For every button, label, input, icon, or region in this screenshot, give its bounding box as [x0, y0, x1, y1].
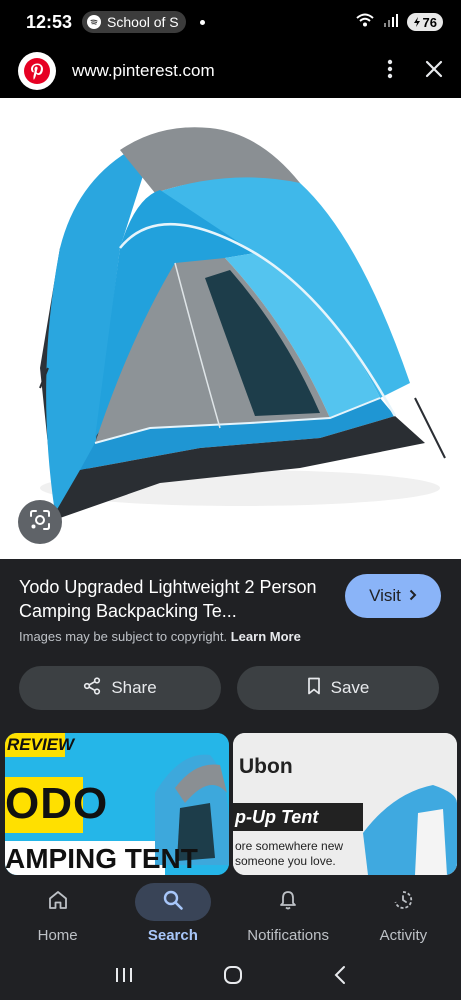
visit-label: Visit: [369, 586, 401, 605]
system-navigation: [0, 955, 461, 1000]
pin-info-panel: Yodo Upgraded Lightweight 2 Person Campi…: [0, 559, 461, 729]
related-card[interactable]: Ubon p-Up Tent ore somewhere new someone…: [233, 733, 457, 875]
bookmark-icon: [307, 677, 321, 700]
nav-notifications[interactable]: Notifications: [231, 875, 346, 955]
battery-indicator: 76: [406, 13, 443, 31]
more-options-icon[interactable]: [387, 59, 393, 84]
related-card-text: p-Up Tent: [235, 807, 319, 827]
nav-search[interactable]: Search: [115, 875, 230, 955]
chevron-right-icon: [409, 586, 417, 606]
url-text[interactable]: www.pinterest.com: [72, 61, 215, 81]
back-icon[interactable]: [333, 965, 347, 990]
nav-home[interactable]: Home: [0, 875, 115, 955]
bottom-navigation: Home Search Notifications Activity: [0, 875, 461, 955]
visit-button[interactable]: Visit: [345, 574, 441, 618]
search-icon: [162, 889, 184, 916]
nav-search-label: Search: [147, 927, 198, 944]
spotify-indicator[interactable]: School of S: [82, 11, 187, 33]
nav-home-label: Home: [37, 927, 78, 944]
pin-title[interactable]: Yodo Upgraded Lightweight 2 Person Campi…: [19, 575, 329, 623]
nav-activity[interactable]: Activity: [346, 875, 461, 955]
home-icon: [47, 889, 69, 916]
signal-icon: [383, 13, 399, 32]
copyright-text: Images may be subject to copyright.: [19, 629, 228, 644]
activity-icon: [392, 889, 414, 916]
save-button[interactable]: Save: [237, 666, 439, 710]
battery-level: 76: [422, 14, 437, 30]
share-label: Share: [111, 678, 157, 697]
lens-button[interactable]: [18, 500, 62, 544]
spotify-label: School of S: [107, 14, 179, 30]
pin-image[interactable]: [0, 98, 461, 559]
share-icon: [83, 676, 101, 700]
recent-apps-icon[interactable]: [114, 966, 134, 989]
save-label: Save: [330, 678, 370, 697]
related-card-text: ODO: [5, 779, 109, 828]
bell-icon: [277, 889, 299, 916]
home-button-icon[interactable]: [222, 964, 244, 991]
spotify-icon: [87, 15, 102, 29]
share-button[interactable]: Share: [19, 666, 221, 710]
url-bar: www.pinterest.com: [0, 44, 461, 98]
related-card-text: REVIEW: [7, 735, 75, 754]
charging-icon: [413, 15, 421, 30]
copyright-notice: Images may be subject to copyright. Lear…: [19, 629, 301, 644]
pinterest-logo-icon[interactable]: [18, 52, 56, 90]
related-card-text: someone you love.: [235, 854, 336, 868]
status-time: 12:53: [26, 11, 73, 32]
close-icon[interactable]: [425, 60, 443, 83]
nav-activity-label: Activity: [379, 927, 428, 944]
status-bar: 12:53 School of S 76: [0, 0, 461, 44]
nav-notifications-label: Notifications: [247, 927, 329, 944]
related-card[interactable]: REVIEW ODO AMPING TENT: [5, 733, 229, 875]
camera-lens-icon: [28, 508, 52, 537]
wifi-icon: [355, 12, 375, 33]
related-card-text: Ubon: [239, 755, 293, 778]
tent-illustration: [39, 127, 446, 518]
learn-more-link[interactable]: Learn More: [231, 629, 301, 644]
related-card-text: ore somewhere new: [235, 839, 344, 853]
notification-dot-icon: [200, 19, 206, 25]
related-images: REVIEW ODO AMPING TENT Ubon p-Up Tent or…: [0, 733, 461, 875]
related-card-text: AMPING TENT: [5, 843, 198, 874]
